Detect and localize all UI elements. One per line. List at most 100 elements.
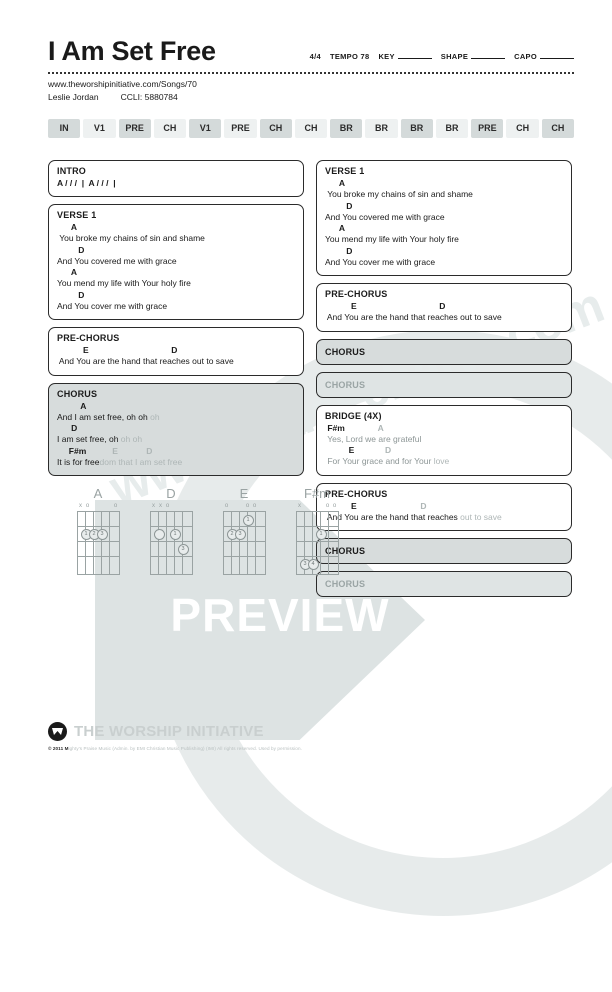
section-title: CHORUS — [57, 388, 98, 399]
section-title: CHORUS — [325, 379, 366, 390]
logo-wordmark: THE WORSHIP INITIATIVE — [74, 723, 264, 740]
copyright-line: © 2011 Mighty's Praise Music (Admin. by … — [48, 746, 302, 751]
flow-item-12[interactable]: PRE — [471, 119, 504, 138]
section-pre-chorus-2: PRE-CHORUS E D And You are the hand that… — [316, 482, 572, 531]
section-chorus: CHORUS A And I am set free, oh oh oh D I… — [48, 382, 304, 476]
lyric-line: And You covered me with grace — [57, 255, 177, 266]
chord-diagram-a: A xoo 1 2 3 — [74, 486, 122, 575]
flow-item-5[interactable]: PRE — [224, 119, 257, 138]
flow-item-0[interactable]: IN — [48, 119, 81, 138]
flow-item-8[interactable]: BR — [330, 119, 363, 138]
chord-name: A — [93, 486, 103, 501]
chart-meta: 4/4 TEMPO 78 KEY SHAPE CAPO — [310, 52, 574, 61]
chord-line: A — [325, 178, 345, 188]
worship-initiative-logo: THE WORSHIP INITIATIVE — [48, 722, 574, 741]
fretboard-grid: 1 2 3 — [76, 511, 120, 575]
section-title: PRE-CHORUS — [325, 289, 388, 299]
song-credits: www.theworshipinitiative.com/Songs/70 Le… — [48, 78, 197, 103]
chord-line: A — [325, 223, 345, 233]
lyric-line: I am set free, oh oh oh — [57, 434, 143, 444]
arrangement-flow: IN V1 PRE CH V1 PRE CH CH BR BR BR BR PR… — [48, 119, 574, 138]
lyric-line: And You are the hand that reaches out to… — [57, 356, 234, 366]
flow-item-7[interactable]: CH — [294, 119, 328, 138]
chord-line: E D — [325, 445, 392, 455]
section-verse-1: VERSE 1 A You broke my chains of sin and… — [48, 204, 304, 320]
section-pre-chorus: PRE-CHORUS E D And You are the hand that… — [316, 283, 572, 332]
chord-line: F#m E D — [57, 445, 153, 456]
string-markers: xoo — [79, 503, 118, 509]
right-column: VERSE 1 A You broke my chains of sin and… — [316, 160, 572, 604]
chord-name: D — [166, 486, 176, 501]
flow-item-4[interactable]: V1 — [189, 119, 222, 138]
lyric-line: And I am set free, oh oh oh — [57, 411, 160, 422]
page-footer: THE WORSHIP INITIATIVE © 2011 Mighty's P… — [48, 722, 574, 751]
lyric-line: You broke my chains of sin and shame — [325, 189, 473, 199]
section-title: INTRO — [57, 166, 86, 176]
flow-item-2[interactable]: PRE — [118, 119, 151, 138]
chord-line: D — [325, 200, 353, 211]
section-title: VERSE 1 — [57, 210, 97, 220]
chord-diagram-fsharp-minor: F#m xoo 1 3 4 — [293, 486, 341, 575]
lyric-line: And You are the hand that reaches out to… — [325, 312, 502, 322]
flow-item-3[interactable]: CH — [153, 119, 187, 138]
capo-field[interactable]: CAPO — [514, 52, 574, 61]
intro-bars: A / / / | A / / / | — [57, 178, 116, 188]
lyric-line: For Your grace and for Your love — [325, 456, 450, 466]
chord-diagram-e: E ooo 1 2 3 — [220, 486, 268, 575]
chord-line: A — [57, 267, 77, 277]
section-chorus-ref-3: CHORUS — [316, 538, 572, 564]
fretboard-grid: 1 3 — [149, 511, 193, 575]
chord-line: A — [57, 222, 77, 232]
song-url[interactable]: www.theworshipinitiative.com/Songs/70 — [48, 78, 197, 91]
section-bridge: BRIDGE (4X) F#m A Yes, Lord we are grate… — [316, 404, 572, 476]
chord-name: E — [239, 486, 249, 501]
string-markers: xxo — [152, 503, 170, 509]
section-title: PRE-CHORUS — [325, 488, 388, 499]
chord-line: D — [325, 245, 353, 256]
chord-diagram-row: A xoo 1 2 3 D xxo 1 3 E o o o 1 2 3 F#m … — [74, 486, 341, 575]
chart-header: I Am Set Free 4/4 TEMPO 78 KEY SHAPE CAP… — [48, 38, 574, 65]
flow-item-11[interactable]: BR — [435, 119, 469, 138]
lyric-line: And You covered me with grace — [325, 211, 445, 222]
fretboard-grid: 1 3 4 — [295, 511, 339, 575]
string-markers: xoo — [298, 503, 337, 509]
section-chorus-ref-2: CHORUS — [316, 371, 572, 398]
section-chorus-ref-1: CHORUS — [316, 338, 572, 365]
section-title: CHORUS — [325, 579, 366, 589]
shape-field[interactable]: SHAPE — [441, 52, 506, 61]
flow-item-9[interactable]: BR — [365, 119, 398, 138]
song-author: Leslie Jordan — [48, 91, 99, 102]
left-column: INTRO A / / / | A / / / | VERSE 1 A You … — [48, 160, 304, 483]
string-markers: ooo — [224, 503, 257, 509]
chord-line: D — [57, 289, 85, 300]
flow-item-10[interactable]: BR — [400, 119, 433, 138]
chord-name: F#m — [304, 486, 330, 501]
tempo: TEMPO 78 — [329, 52, 370, 61]
section-intro: INTRO A / / / | A / / / | — [48, 160, 304, 197]
key-field[interactable]: KEY — [378, 52, 432, 61]
flow-item-13[interactable]: CH — [506, 119, 539, 138]
chord-line: F#m A — [325, 422, 384, 433]
chord-diagram-d: D xxo 1 3 — [147, 486, 195, 575]
lyric-line: You broke my chains of sin and shame — [57, 233, 205, 243]
header-divider — [48, 72, 574, 74]
chord-line: D — [57, 244, 85, 255]
section-title: BRIDGE (4X) — [325, 410, 382, 421]
flow-item-1[interactable]: V1 — [83, 119, 116, 138]
lyric-line: And You cover me with grace — [325, 256, 436, 267]
chord-line: D — [57, 423, 78, 433]
lyric-line: And You are the hand that reaches out to… — [325, 511, 502, 522]
lyric-line: Yes, Lord we are grateful — [325, 433, 422, 444]
lyric-line: It is for freedom that I am set free — [57, 456, 183, 467]
flow-item-6[interactable]: CH — [259, 119, 292, 138]
section-title: CHORUS — [325, 346, 366, 357]
chord-line: E D — [57, 345, 178, 355]
chord-chart-page: www.praisecharts.com PREVIEW I Am Set Fr… — [0, 0, 612, 992]
fretboard-grid: 1 2 3 — [222, 511, 266, 575]
chord-line: E D — [325, 301, 446, 311]
flow-item-14[interactable]: CH — [541, 119, 574, 138]
section-chorus-ref-4: CHORUS — [316, 571, 572, 597]
ccli-number: CCLI: 5880784 — [120, 91, 178, 102]
section-verse-1: VERSE 1 A You broke my chains of sin and… — [316, 160, 572, 276]
section-pre-chorus: PRE-CHORUS E D And You are the hand that… — [48, 327, 304, 376]
